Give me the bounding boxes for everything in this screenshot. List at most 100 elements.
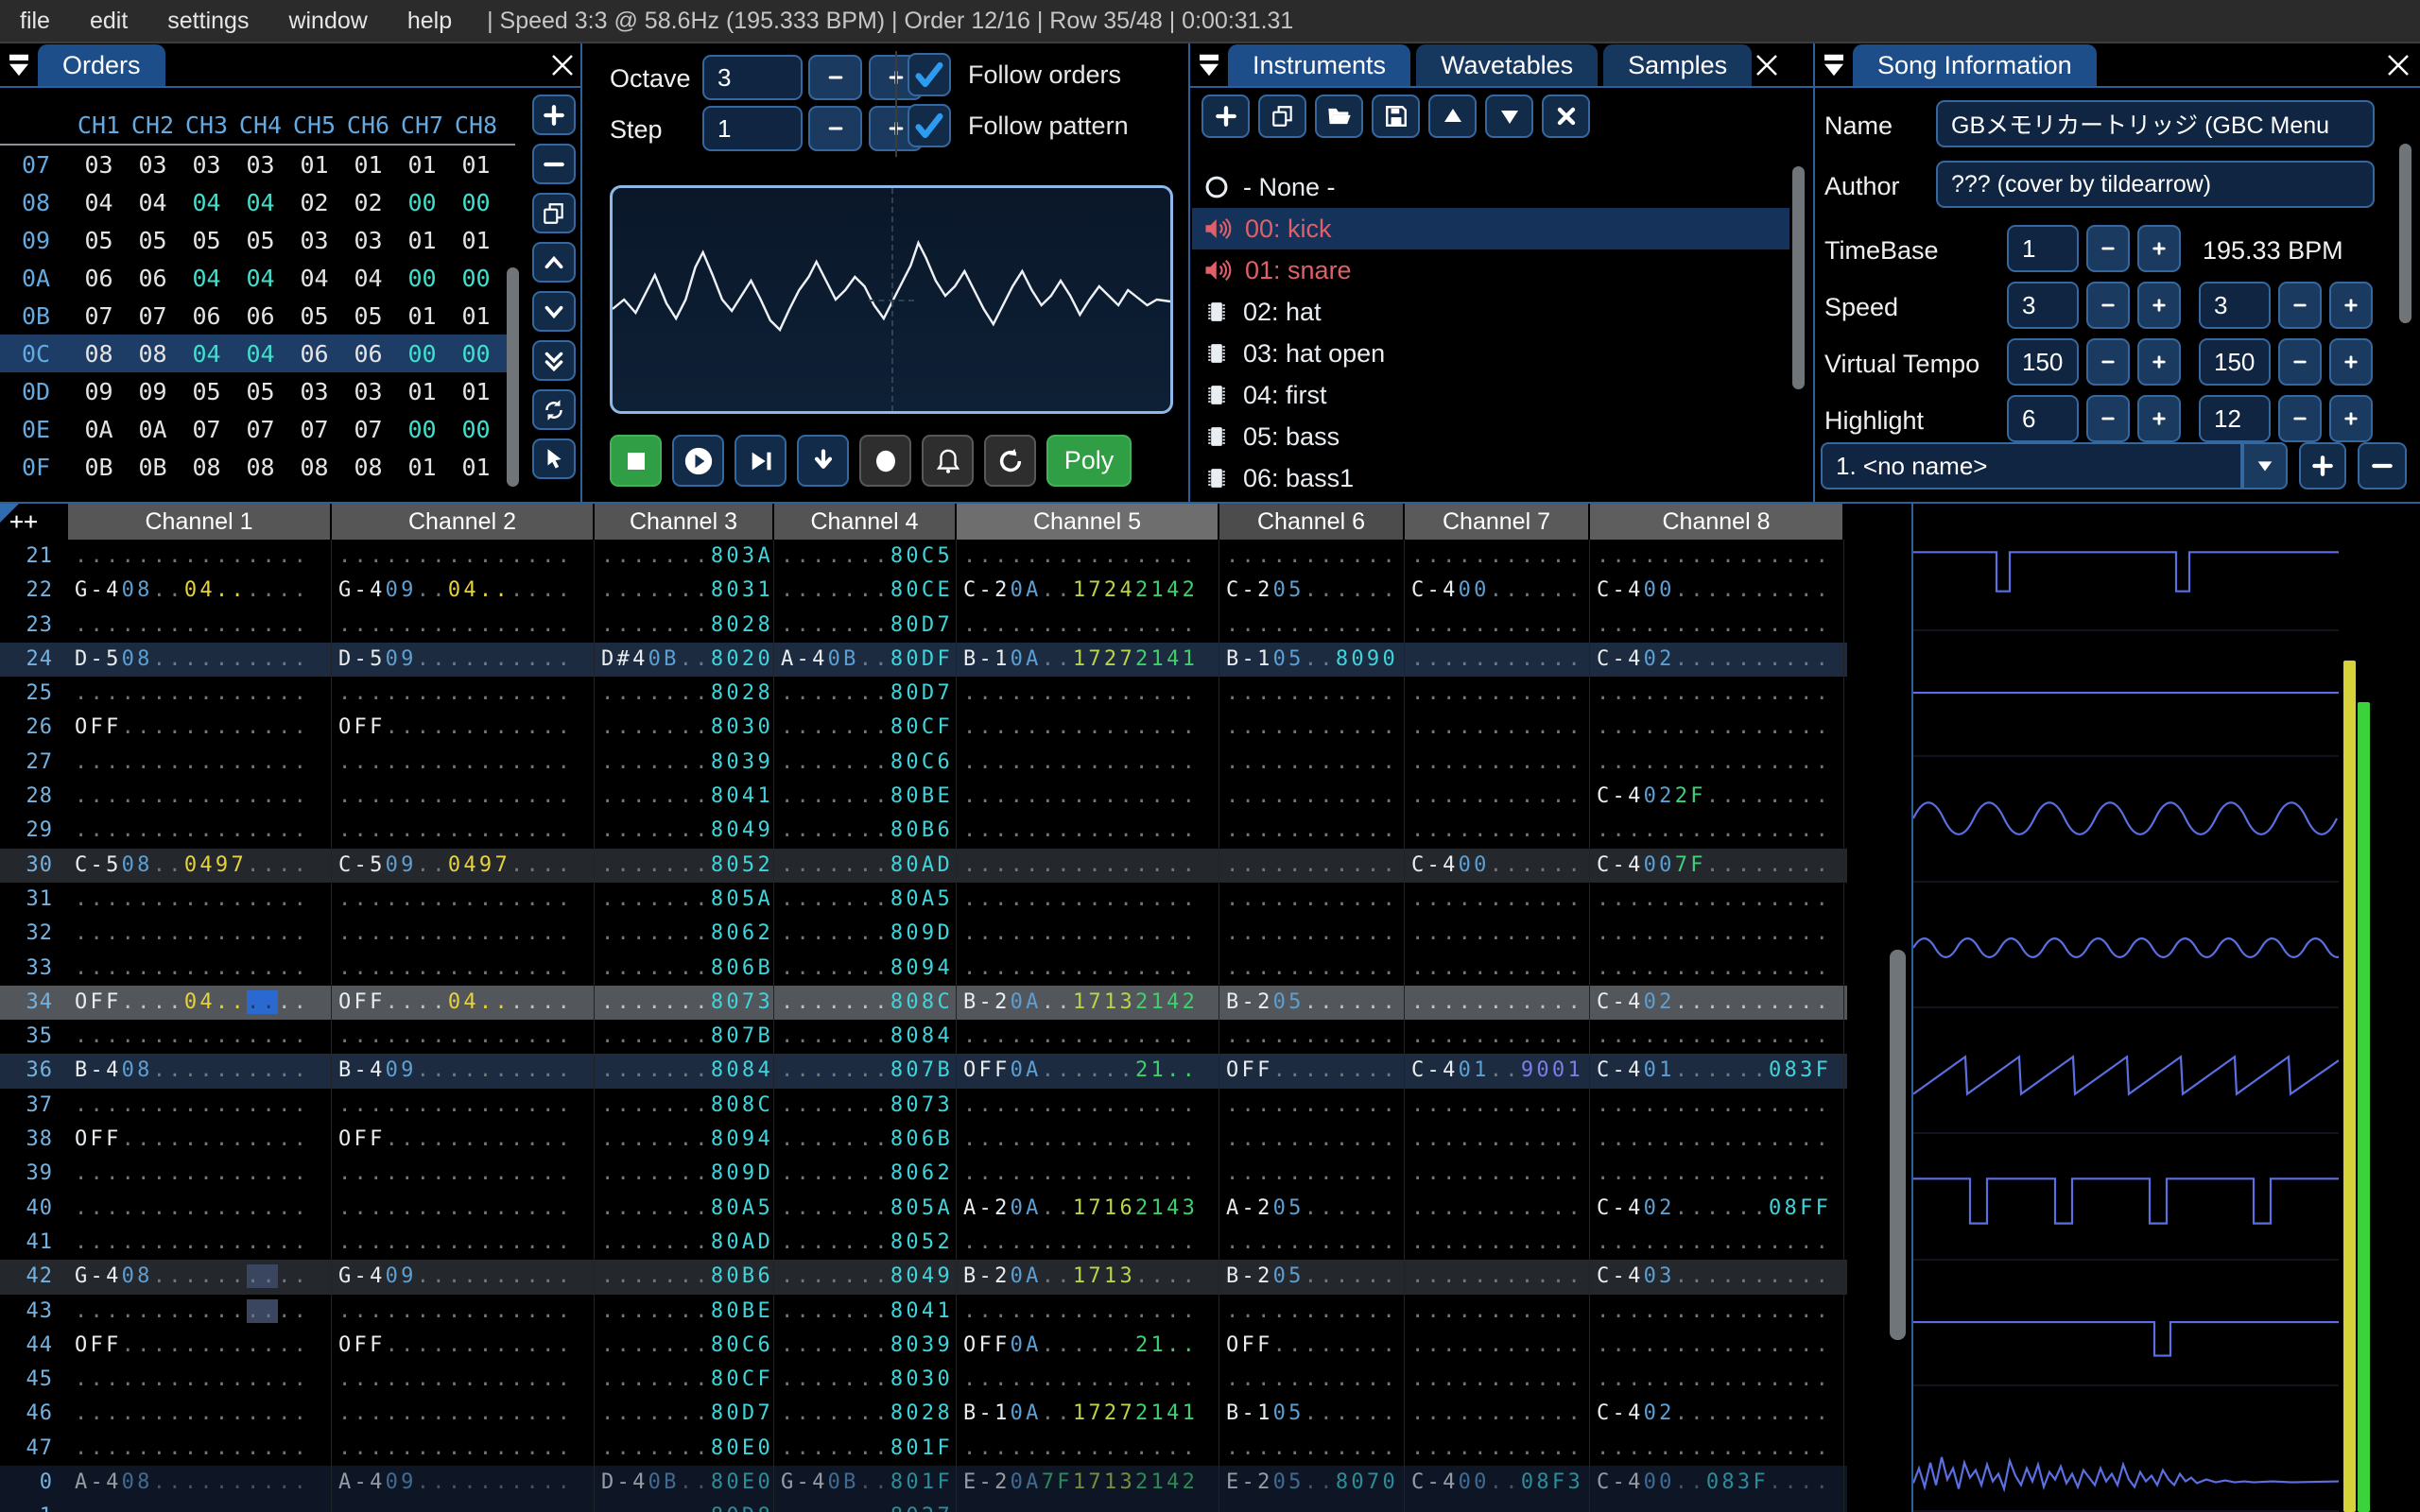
pattern-cell[interactable]: .......8073 (595, 986, 774, 1020)
pattern-cell[interactable]: .......80D7 (774, 609, 957, 643)
pattern-cell[interactable]: ............... (957, 1500, 1219, 1512)
order-cell[interactable]: 08 (287, 454, 341, 481)
pattern-cell[interactable]: ........... (1219, 1295, 1405, 1329)
pattern-cell[interactable]: ............... (68, 1226, 332, 1260)
tab-song-information[interactable]: Song Information (1853, 44, 2097, 86)
pattern-cell[interactable]: .......801F (774, 1432, 957, 1466)
pattern-cell[interactable]: ............... (332, 1089, 595, 1123)
pattern-cell[interactable]: ............... (1590, 952, 1844, 986)
record-button[interactable] (859, 435, 911, 487)
pattern-cell[interactable]: ............... (332, 780, 595, 814)
order-edit-mode-icon[interactable] (532, 438, 576, 479)
pattern-cell[interactable]: ............... (68, 1397, 332, 1431)
instrument-duplicate-icon[interactable] (1258, 94, 1306, 138)
channel-header-6[interactable]: Channel 6 (1219, 504, 1405, 540)
channel-header-4[interactable]: Channel 4 (774, 504, 957, 540)
pattern-cell[interactable]: ........... (1405, 1123, 1590, 1157)
pattern-cell[interactable]: .......8041 (774, 1295, 957, 1329)
pattern-cell[interactable]: ............... (957, 780, 1219, 814)
instrument-item[interactable]: 01: snare (1192, 249, 1789, 291)
order-cell[interactable]: 06 (126, 265, 180, 292)
order-cell[interactable]: 05 (341, 302, 395, 330)
order-row-index[interactable]: 07 (0, 151, 72, 179)
pattern-cell[interactable]: .......8062 (595, 917, 774, 951)
pattern-cell[interactable]: .......80D7 (774, 677, 957, 711)
pattern-cell[interactable]: .......80C5 (774, 540, 957, 574)
pattern-cell[interactable]: ............... (1590, 1089, 1844, 1123)
pattern-cell[interactable]: ............... (68, 952, 332, 986)
pattern-cell[interactable]: .......80CF (774, 711, 957, 745)
pattern-cell[interactable]: B-20A..17132142 (957, 986, 1219, 1020)
pattern-cell[interactable]: ............... (332, 1432, 595, 1466)
order-move-up-icon[interactable] (532, 242, 576, 283)
order-cell[interactable]: 03 (341, 378, 395, 405)
pattern-cell[interactable]: ............... (68, 1089, 332, 1123)
instrument-item[interactable]: 00: kick (1192, 208, 1789, 249)
order-cell[interactable]: 08 (341, 454, 395, 481)
pattern-cell[interactable]: OFF0A......21.. (957, 1329, 1219, 1363)
pattern-cell[interactable]: C-401......083F (1590, 1054, 1844, 1088)
pattern-cell[interactable]: ........... (1405, 986, 1590, 1020)
pattern-cell[interactable]: ............... (1590, 1020, 1844, 1054)
order-cell[interactable]: 06 (341, 340, 395, 368)
virtual-tempo2-increment-button[interactable] (2329, 338, 2373, 386)
tab-wavetables[interactable]: Wavetables (1416, 44, 1598, 86)
pattern-cell[interactable]: ............... (68, 814, 332, 848)
order-cell[interactable]: 05 (72, 227, 126, 254)
pattern-cell[interactable]: B-408.......... (68, 1054, 332, 1088)
pattern-cell[interactable]: .......80B6 (774, 814, 957, 848)
pattern-cell[interactable]: B-20A..1713.... (957, 1260, 1219, 1294)
pattern-cell[interactable]: C-4022F........ (1590, 780, 1844, 814)
pattern-cell[interactable]: ............... (332, 1192, 595, 1226)
pattern-cell[interactable]: ............... (332, 1397, 595, 1431)
pattern-cell[interactable]: ............... (332, 1295, 595, 1329)
order-cell[interactable]: 08 (72, 340, 126, 368)
pattern-cell[interactable]: C-401..9001 (1405, 1054, 1590, 1088)
pattern-cell[interactable]: C-205...... (1219, 574, 1405, 608)
pattern-cell[interactable]: ........... (1405, 1295, 1590, 1329)
order-cell[interactable]: 07 (287, 416, 341, 443)
pattern-cell[interactable]: ............... (68, 1295, 332, 1329)
pattern-cell[interactable]: .......8062 (774, 1157, 957, 1191)
pattern-cell[interactable]: .......807B (595, 1020, 774, 1054)
order-cell[interactable]: 00 (449, 189, 503, 216)
order-cell[interactable]: 01 (341, 151, 395, 179)
order-cell[interactable]: 09 (72, 378, 126, 405)
order-row-index[interactable]: 09 (0, 227, 72, 254)
pattern-cell[interactable]: C-20A..17242142 (957, 574, 1219, 608)
pattern-cell[interactable]: .......8028 (774, 1397, 957, 1431)
pattern-cell[interactable]: A-40B..80DF (774, 643, 957, 677)
stop-button[interactable] (610, 435, 662, 487)
pattern-cell[interactable]: .......8094 (595, 1123, 774, 1157)
highlight2-decrement-button[interactable] (2278, 395, 2322, 442)
pattern-cell[interactable]: .......808C (595, 1089, 774, 1123)
order-cell[interactable]: 04 (233, 189, 287, 216)
order-cell[interactable]: 00 (395, 340, 449, 368)
subsong-remove-button[interactable] (2358, 442, 2407, 490)
order-cell[interactable]: 02 (287, 189, 341, 216)
order-row-index[interactable]: 0A (0, 265, 72, 292)
pattern-cell[interactable]: C-402.......... (1590, 1397, 1844, 1431)
speed2-input[interactable]: 3 (2199, 282, 2271, 329)
pattern-cell[interactable]: ............... (332, 1020, 595, 1054)
pattern-cell[interactable]: C-400..083F.... (1590, 1466, 1844, 1500)
pattern-cell[interactable]: C-400..08F3 (1405, 1466, 1590, 1500)
order-cell[interactable]: 04 (180, 265, 233, 292)
pattern-cell[interactable]: ............... (1590, 814, 1844, 848)
pattern-cell[interactable]: ........... (1405, 746, 1590, 780)
order-cell[interactable]: 01 (449, 454, 503, 481)
pattern-cell[interactable]: C-403.......... (1590, 1260, 1844, 1294)
pattern-cell[interactable]: ........... (1405, 952, 1590, 986)
follow-orders-checkbox[interactable] (908, 53, 951, 96)
pattern-cell[interactable]: ............... (332, 1157, 595, 1191)
pattern-cell[interactable]: .......808C (774, 986, 957, 1020)
pattern-cell[interactable]: ............... (332, 677, 595, 711)
menu-item-edit[interactable]: edit (70, 8, 147, 35)
pattern-cell[interactable]: OFF....04...... (332, 986, 595, 1020)
pattern-cell[interactable]: ........... (1405, 1329, 1590, 1363)
pattern-cell[interactable]: ........... (1405, 1157, 1590, 1191)
pattern-cell[interactable]: OFF............ (68, 711, 332, 745)
pattern-cell[interactable]: ........... (1219, 1020, 1405, 1054)
highlight2-input[interactable]: 12 (2199, 395, 2271, 442)
instrument-list-scrollbar[interactable] (1792, 166, 1805, 389)
